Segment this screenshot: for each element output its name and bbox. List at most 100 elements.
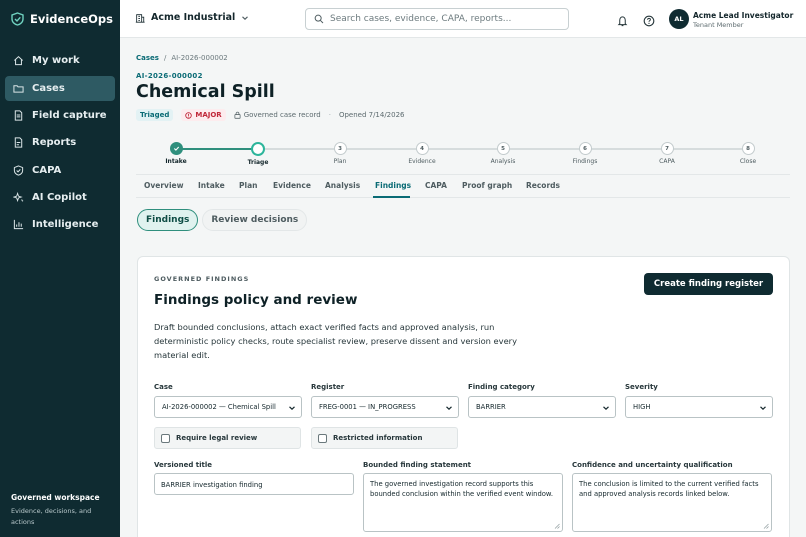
finding-statement-value: The governed investigation record suppor… xyxy=(370,480,554,498)
shield-check-icon xyxy=(13,165,24,176)
resize-grip-icon[interactable] xyxy=(554,523,560,529)
step-number: 3 xyxy=(333,142,347,155)
app-name: EvidenceOps xyxy=(30,12,113,26)
title-field-label: Versioned title xyxy=(154,461,213,469)
require-legal-review-checkbox[interactable]: Require legal review xyxy=(154,427,301,449)
step-label: Plan xyxy=(333,158,347,165)
subtab-review-decisions[interactable]: Review decisions xyxy=(202,209,308,231)
versioned-title-input[interactable]: BARRIER investigation finding xyxy=(154,473,354,495)
step-intake[interactable]: Intake xyxy=(146,142,206,165)
tab-analysis[interactable]: Analysis xyxy=(325,181,360,190)
step-current-marker xyxy=(251,142,265,156)
chevron-down-icon xyxy=(289,406,295,411)
step-label: Intake xyxy=(165,158,187,165)
sidebar-item-intelligence[interactable]: Intelligence xyxy=(5,212,115,237)
findings-subtabs: Findings Review decisions xyxy=(137,209,308,231)
sidebar-item-label: Cases xyxy=(32,83,65,94)
user-menu[interactable]: Acme Lead Investigator Tenant Member xyxy=(693,11,793,29)
main-content: Cases / AI-2026-000002 AI-2026-000002 Ch… xyxy=(120,38,806,537)
sidebar-item-my-work[interactable]: My work xyxy=(5,48,115,73)
record-type: Governed case record xyxy=(234,111,321,119)
case-field-label: Case xyxy=(154,383,173,391)
confidence-value: The conclusion is limited to the current… xyxy=(579,480,759,498)
sidebar-item-reports[interactable]: Reports xyxy=(5,130,115,155)
step-number: 6 xyxy=(578,142,592,155)
severity-select-value: HIGH xyxy=(633,403,651,411)
workspace-subtitle: Evidence, decisions, and actions xyxy=(11,507,92,526)
category-field-label: Finding category xyxy=(468,383,535,391)
sidebar-item-ai-copilot[interactable]: AI Copilot xyxy=(5,185,115,210)
statement-field-label: Bounded finding statement xyxy=(363,461,472,469)
step-analysis[interactable]: 5 Analysis xyxy=(473,142,533,165)
home-icon xyxy=(14,55,23,66)
checkbox-box[interactable] xyxy=(161,433,170,443)
topbar: Acme Industrial AL Acme Lead Investigato… xyxy=(120,0,806,38)
confidence-field-label: Confidence and uncertainty qualification xyxy=(572,461,733,469)
building-icon xyxy=(135,13,145,23)
tenant-name: Acme Industrial xyxy=(151,12,236,23)
breadcrumb: Cases / AI-2026-000002 xyxy=(136,54,228,62)
case-meta: Triaged MAJOR Governed case record · Ope… xyxy=(136,109,405,121)
confidence-textarea[interactable]: The conclusion is limited to the current… xyxy=(572,473,772,532)
register-field-label: Register xyxy=(311,383,345,391)
step-capa[interactable]: 7 CAPA xyxy=(637,142,697,165)
help-icon xyxy=(643,15,655,27)
tab-findings[interactable]: Findings xyxy=(375,181,411,190)
step-label: Triage xyxy=(247,159,269,166)
case-select[interactable]: AI-2026-000002 — Chemical Spill xyxy=(154,396,302,418)
restricted-information-checkbox[interactable]: Restricted information xyxy=(311,427,458,449)
tab-evidence[interactable]: Evidence xyxy=(273,181,311,190)
breadcrumb-cases-link[interactable]: Cases xyxy=(136,54,159,62)
tab-overview[interactable]: Overview xyxy=(144,181,184,190)
create-finding-register-button[interactable]: Create finding register xyxy=(644,273,773,295)
chevron-down-icon xyxy=(603,406,609,411)
avatar[interactable]: AL xyxy=(669,9,689,29)
case-select-value: AI-2026-000002 — Chemical Spill xyxy=(162,403,276,411)
breadcrumb-current: AI-2026-000002 xyxy=(171,54,228,62)
search-input[interactable] xyxy=(330,14,560,24)
sidebar-item-label: My work xyxy=(32,55,80,66)
severity-select[interactable]: HIGH xyxy=(625,396,773,418)
checkbox-box[interactable] xyxy=(318,433,327,443)
page-title: Chemical Spill xyxy=(136,82,275,102)
step-evidence[interactable]: 4 Evidence xyxy=(392,142,452,165)
category-select[interactable]: BARRIER xyxy=(468,396,616,418)
sparkle-icon xyxy=(13,192,24,203)
chevron-down-icon xyxy=(446,406,452,411)
card-description: Draft bounded conclusions, attach exact … xyxy=(154,322,517,360)
sidebar-item-capa[interactable]: CAPA xyxy=(5,158,115,183)
sidebar-item-cases[interactable]: Cases xyxy=(5,76,115,101)
case-tabs: Overview Intake Plan Evidence Analysis F… xyxy=(136,174,790,198)
sidebar-item-label: Field capture xyxy=(32,110,107,121)
tab-proof-graph[interactable]: Proof graph xyxy=(462,181,512,190)
step-findings[interactable]: 6 Findings xyxy=(555,142,615,165)
help-button[interactable] xyxy=(643,12,655,31)
step-plan[interactable]: 3 Plan xyxy=(310,142,370,165)
subtab-findings[interactable]: Findings xyxy=(137,209,199,231)
shield-logo-icon xyxy=(11,12,24,26)
notifications-button[interactable] xyxy=(617,12,628,31)
meta-divider: · xyxy=(328,111,331,119)
user-role: Tenant Member xyxy=(693,21,744,29)
finding-statement-textarea[interactable]: The governed investigation record suppor… xyxy=(363,473,563,532)
tab-records[interactable]: Records xyxy=(526,181,560,190)
resize-grip-icon[interactable] xyxy=(763,523,769,529)
brand[interactable]: EvidenceOps xyxy=(11,12,113,26)
register-select[interactable]: FREG-0001 — IN_PROGRESS xyxy=(311,396,459,418)
sidebar-footer: Governed workspace Evidence, decisions, … xyxy=(11,493,111,528)
breadcrumb-separator: / xyxy=(163,54,167,62)
step-triage[interactable]: Triage xyxy=(228,142,288,166)
sidebar-item-field-capture[interactable]: Field capture xyxy=(5,103,115,128)
severity-badge: MAJOR xyxy=(181,109,226,121)
tenant-switcher[interactable]: Acme Industrial xyxy=(135,12,249,23)
severity-field-label: Severity xyxy=(625,383,658,391)
step-close[interactable]: 8 Close xyxy=(718,142,778,165)
tab-plan[interactable]: Plan xyxy=(239,181,257,190)
tab-capa[interactable]: CAPA xyxy=(425,181,447,190)
tab-intake[interactable]: Intake xyxy=(198,181,225,190)
step-label: Close xyxy=(739,158,757,165)
document-icon xyxy=(14,110,23,121)
folder-icon xyxy=(13,85,24,93)
search-bar[interactable] xyxy=(305,8,569,30)
step-label: CAPA xyxy=(659,158,675,165)
